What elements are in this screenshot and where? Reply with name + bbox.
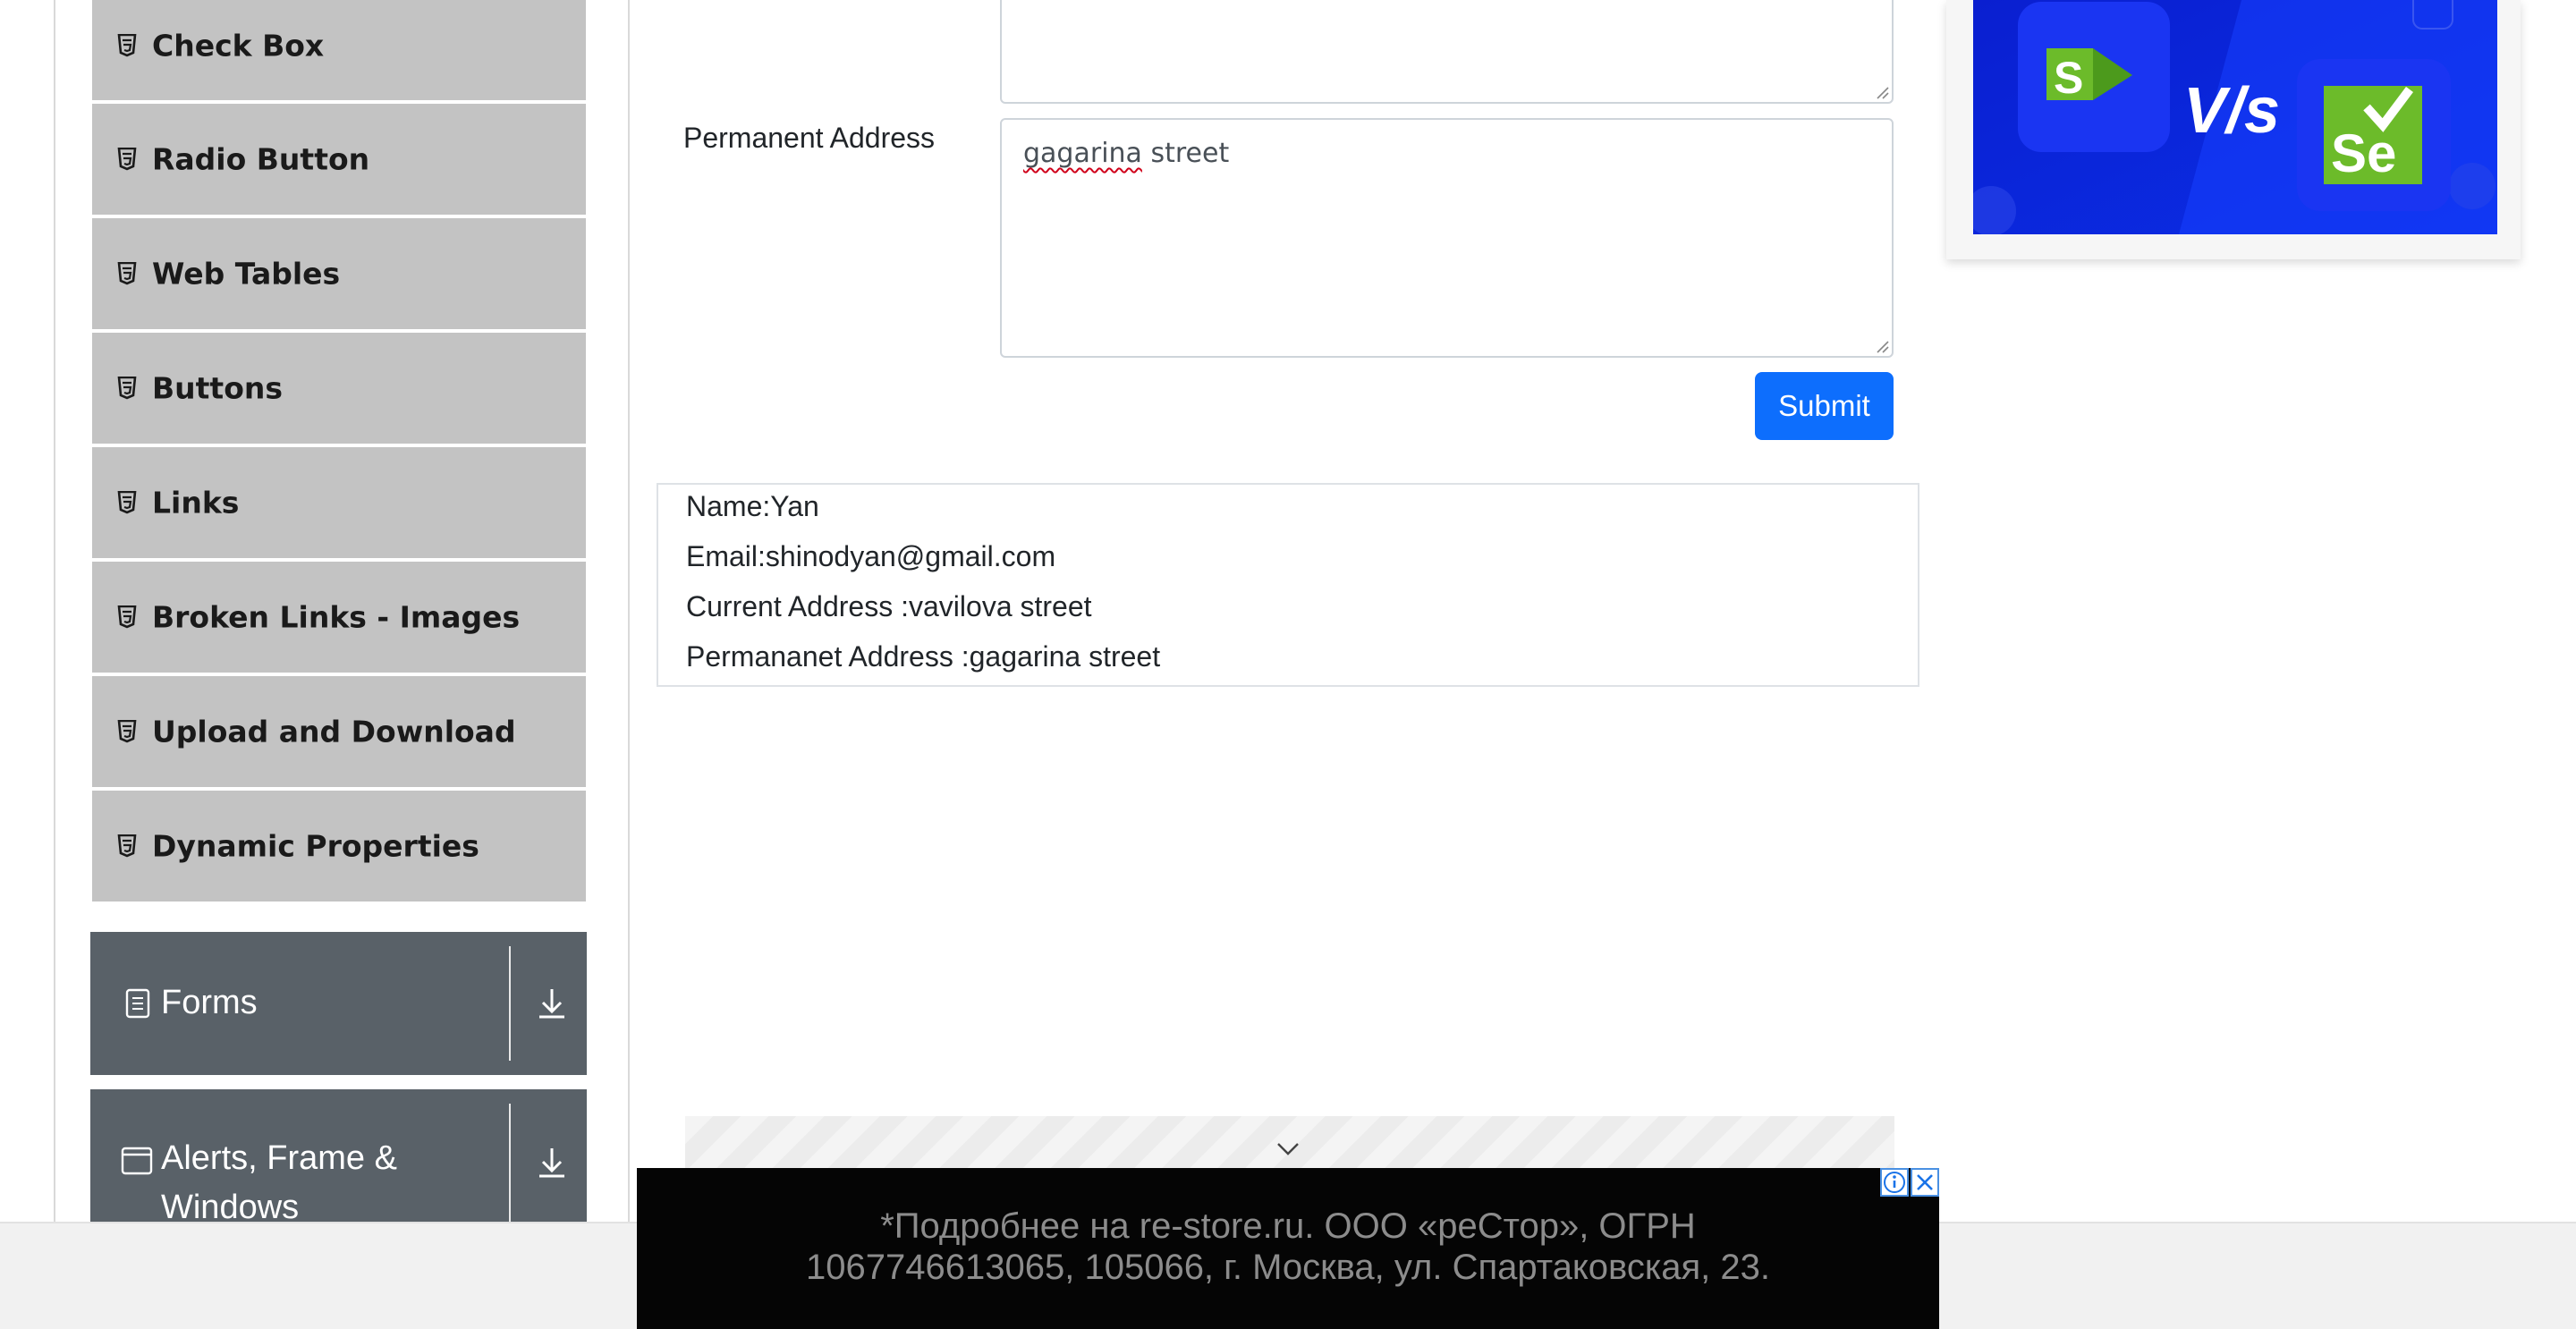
sidebar-item-label: Check Box [152,28,325,63]
window-icon [121,1147,153,1175]
html5-icon [117,605,137,629]
sidebar-item-label: Upload and Download [152,714,516,749]
output-email: Email:shinodyan@gmail.com [686,540,1056,572]
html5-icon [117,262,137,285]
sidebar-item-dynamic-properties[interactable]: Dynamic Properties [92,791,586,902]
sidebar-group-forms[interactable]: Forms [90,932,587,1075]
resize-grip-icon[interactable] [1873,337,1889,353]
ad-vs-text: V/s [2183,75,2280,147]
sidebar-left-border [54,0,55,1222]
textarea-value: gagarina street [1023,138,1229,169]
ad-text-line1: *Подробнее на re-store.ru. ООО «реСтор»,… [880,1206,1696,1246]
sidebar-item-check-box[interactable]: Check Box [92,0,586,100]
sidebar-item-radio-button[interactable]: Radio Button [92,104,586,215]
current-address-textarea[interactable] [1000,0,1894,104]
html5-icon [117,491,137,514]
sidebar-item-label: Links [152,485,240,521]
sidebar-item-label: Broken Links - Images [152,599,521,635]
html5-icon [117,720,137,743]
submit-button[interactable]: Submit [1755,372,1894,440]
sidebar-item-upload-download[interactable]: Upload and Download [92,676,586,787]
output-current-address: Current Address :vavilova street [686,590,1092,622]
sidebar-group-label: Forms [161,984,258,1021]
html5-icon [117,34,137,57]
sidebar-group-alerts[interactable]: Alerts, Frame & Windows [90,1089,587,1226]
permanent-address-textarea[interactable]: gagarina street [1000,118,1894,358]
sidebar-item-buttons[interactable]: Buttons [92,333,586,444]
ad-info-icon[interactable] [1880,1168,1909,1197]
misspelled-word: gagarina [1023,138,1142,169]
group-separator [509,946,511,1061]
html5-icon [117,148,137,171]
sidebar-item-web-tables[interactable]: Web Tables [92,218,586,329]
ad-right-logo-letters: Se [2331,123,2396,183]
output-name: Name:Yan [686,490,819,522]
resize-grip-icon[interactable] [1873,83,1889,99]
html5-icon [117,377,137,400]
sidebar-right-border [628,0,630,1222]
download-icon[interactable] [537,987,567,1020]
form-icon [125,988,150,1019]
sidebar-item-links[interactable]: Links [92,447,586,558]
sidebar-item-broken-links[interactable]: Broken Links - Images [92,562,586,673]
html5-icon [117,834,137,858]
sidebar-item-label: Dynamic Properties [152,828,479,864]
ad-text-line2: 1067746613065, 105066, г. Москва, ул. Сп… [806,1248,1770,1287]
sidebar-group-label: Alerts, Frame & Windows [161,1139,397,1226]
textarea-value-rest: street [1141,138,1230,169]
chevron-down-icon[interactable] [1275,1141,1301,1157]
output-panel: Name:Yan Email:shinodyan@gmail.com Curre… [657,483,1919,687]
sidebar-item-label: Web Tables [152,256,341,292]
group-separator [509,1104,511,1222]
ad-banner-image[interactable]: S V/s Se [1973,0,2497,234]
download-icon[interactable] [537,1147,567,1179]
bottom-ad-banner[interactable]: *Подробнее на re-store.ru. ООО «реСтор»,… [637,1168,1939,1329]
output-permanent-address: Permananet Address :gagarina street [686,640,1161,673]
ad-left-logo-letter: S [2054,53,2083,103]
ad-close-icon[interactable] [1911,1168,1939,1197]
sidebar-item-label: Buttons [152,370,284,406]
sidebar-item-label: Radio Button [152,141,370,177]
permanent-address-label: Permanent Address [683,122,936,154]
